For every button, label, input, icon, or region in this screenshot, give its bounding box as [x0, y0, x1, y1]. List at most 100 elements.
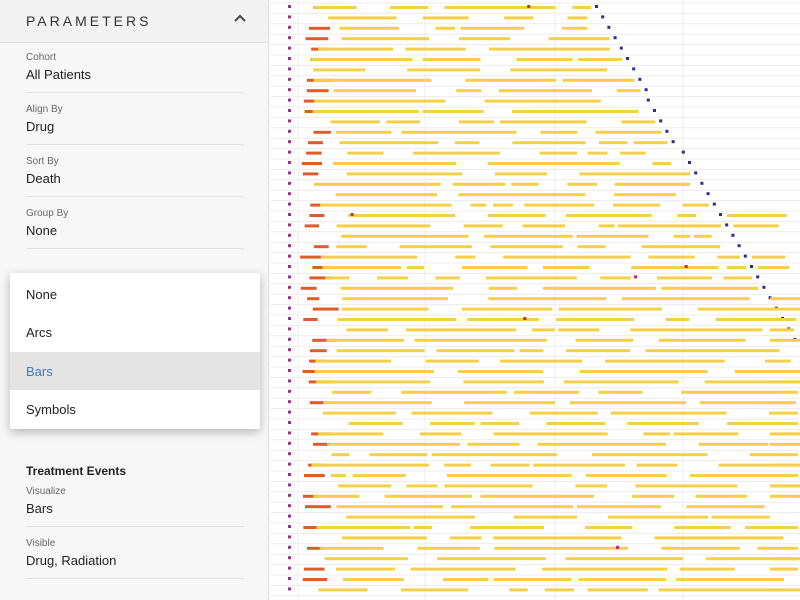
death-marker: [607, 25, 611, 29]
menu-option-none[interactable]: None: [10, 275, 260, 313]
drug-bar: [765, 359, 791, 363]
drug-bar: [331, 453, 350, 457]
drug-bar: [347, 151, 384, 155]
alignment-marker: [288, 254, 291, 258]
drug-bar: [323, 401, 432, 405]
alignment-marker: [288, 431, 291, 435]
drug-bar: [337, 318, 457, 321]
group-by-field[interactable]: Group By None: [26, 208, 244, 249]
drug-bar: [768, 411, 798, 415]
radiation-bar: [302, 578, 328, 581]
drug-bar: [313, 182, 441, 186]
alignment-marker: [288, 483, 291, 487]
drug-bar: [499, 359, 583, 363]
alignment-marker: [288, 36, 291, 40]
menu-option-symbols[interactable]: Symbols: [10, 390, 260, 428]
drug-bar: [422, 58, 481, 61]
cohort-field[interactable]: Cohort All Patients: [26, 52, 244, 93]
drug-bar: [406, 484, 438, 488]
drug-bar: [632, 494, 675, 498]
drug-bar: [598, 141, 628, 145]
drug-bar: [516, 58, 573, 61]
drug-bar: [654, 536, 784, 540]
radiation-bar: [313, 130, 331, 134]
visible-value: Drug, Radiation: [26, 553, 117, 568]
alignment-marker: [288, 577, 291, 580]
alignment-marker: [288, 223, 291, 227]
drug-bar: [770, 588, 800, 592]
drug-bar: [770, 401, 796, 405]
drug-bar: [490, 463, 530, 467]
cohort-value: All Patients: [26, 67, 92, 82]
drug-bar: [604, 359, 725, 363]
drug-bar: [575, 484, 607, 488]
death-marker: [665, 129, 669, 133]
drug-bar: [592, 453, 708, 457]
drug-bar: [336, 349, 425, 353]
radiation-bar: [301, 162, 322, 165]
drug-bar: [490, 245, 563, 249]
drug-bar: [484, 99, 601, 103]
menu-option-label: Arcs: [26, 325, 52, 340]
drug-bar: [400, 588, 469, 592]
drug-bar: [324, 557, 408, 561]
visualize-field[interactable]: Visualize Bars: [26, 486, 244, 527]
drug-bar: [318, 432, 384, 436]
radiation-bar: [303, 567, 325, 571]
menu-option-bars[interactable]: Bars: [10, 352, 260, 390]
radiation-bar: [309, 401, 324, 405]
drug-bar: [546, 422, 606, 425]
drug-bar: [447, 474, 572, 477]
radiation-bar: [306, 151, 322, 155]
alignment-marker: [288, 171, 291, 175]
drug-bar: [621, 297, 750, 301]
drug-bar: [658, 338, 746, 342]
drug-bar: [770, 442, 800, 446]
drug-bar: [487, 214, 546, 217]
chevron-up-icon[interactable]: [231, 10, 249, 28]
alignment-marker: [288, 161, 291, 164]
radiation-bar: [312, 307, 339, 311]
alignment-marker: [288, 514, 291, 518]
event-marker: [684, 265, 688, 268]
drug-bar: [405, 47, 466, 51]
drug-bar: [749, 453, 798, 457]
death-marker: [619, 46, 623, 50]
alignment-marker: [288, 421, 291, 424]
align-by-field[interactable]: Align By Drug: [26, 104, 244, 145]
drug-bar: [558, 307, 663, 311]
drug-bar: [422, 110, 484, 113]
visible-field[interactable]: Visible Drug, Radiation: [26, 538, 244, 579]
drug-bar: [726, 266, 746, 269]
visible-label: Visible: [26, 538, 56, 549]
drug-bar: [770, 432, 800, 436]
drug-bar: [679, 567, 735, 571]
drug-bar: [658, 588, 782, 592]
drug-bar: [311, 463, 429, 467]
death-marker: [700, 181, 704, 185]
parameters-title: PARAMETERS: [26, 13, 152, 29]
sort-by-field[interactable]: Sort By Death: [26, 156, 244, 197]
drug-bar: [757, 546, 798, 550]
radiation-bar: [305, 505, 331, 509]
radiation-bar: [304, 474, 325, 477]
visualize-label: Visualize: [26, 486, 66, 497]
drug-bar: [565, 214, 652, 217]
alignment-marker: [288, 379, 291, 383]
alignment-marker: [288, 98, 291, 102]
drug-bar: [401, 390, 507, 394]
drug-bar: [463, 380, 544, 384]
drug-bar: [431, 453, 557, 457]
drug-bar: [770, 370, 800, 373]
parameters-header[interactable]: PARAMETERS: [0, 0, 268, 43]
alignment-marker: [288, 119, 291, 123]
drug-bar: [575, 338, 634, 342]
drug-bar: [600, 276, 632, 280]
menu-option-arcs[interactable]: Arcs: [10, 313, 260, 351]
drug-bar: [493, 203, 513, 207]
drug-bar: [565, 557, 684, 561]
group-by-label: Group By: [26, 208, 69, 219]
drug-bar: [522, 224, 566, 228]
drug-bar: [467, 318, 540, 321]
death-marker: [653, 109, 656, 112]
